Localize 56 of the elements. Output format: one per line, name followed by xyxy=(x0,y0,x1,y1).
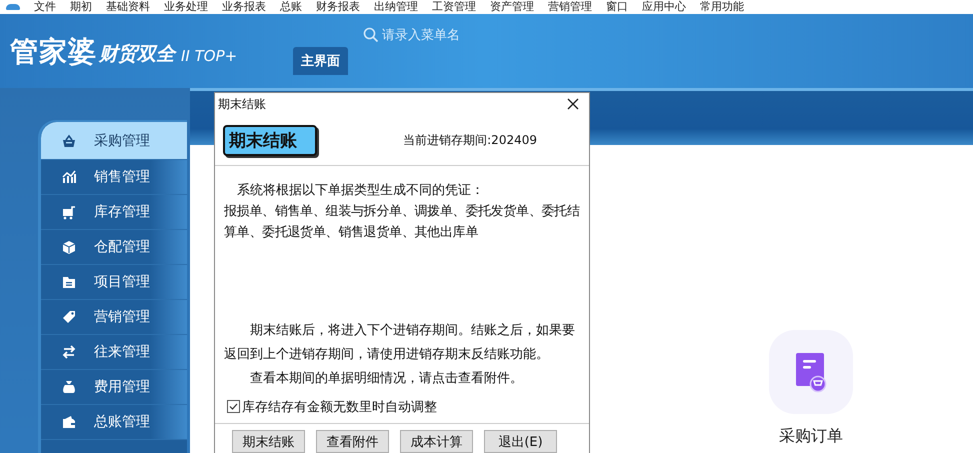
tile-label: 采购订单 xyxy=(779,426,843,447)
dialog-text: 期末结账后，将进入下个进销存期间。结账之后，如果要返回到上个进销存期间，请使用进销存期末反结账功能。 xyxy=(224,322,576,364)
sidebar-item[interactable]: 总账管理 xyxy=(41,405,187,440)
edition-label: II TOP+ xyxy=(181,46,238,67)
sidebar-item[interactable]: 采购管理 xyxy=(41,122,187,160)
product-name: 财贸双全 xyxy=(99,42,175,67)
menu-item[interactable]: 资产管理 xyxy=(490,0,534,14)
menu-item[interactable]: 出纳管理 xyxy=(374,0,418,14)
purchase-order-tile[interactable] xyxy=(769,330,853,414)
close-icon[interactable] xyxy=(567,98,579,110)
menu-item[interactable]: 营销管理 xyxy=(548,0,592,14)
main-tab[interactable]: 主界面 xyxy=(293,47,348,75)
box-icon xyxy=(61,239,77,255)
checkbox[interactable] xyxy=(227,400,240,413)
search-icon xyxy=(363,27,379,43)
dialog-title: 期末结账 xyxy=(218,96,266,112)
folder-icon xyxy=(61,274,77,290)
menu-item[interactable]: 常用功能 xyxy=(700,0,744,14)
menu-item[interactable]: 工资管理 xyxy=(432,0,476,14)
sidebar-item[interactable]: 往来管理 xyxy=(41,335,187,370)
menu-item[interactable]: 财务报表 xyxy=(316,0,360,14)
moneybag-icon xyxy=(61,379,77,395)
menu-item[interactable]: 业务报表 xyxy=(222,0,266,14)
sidebar-item[interactable]: 仓配管理 xyxy=(41,230,187,265)
dialog-button[interactable]: 期末结账 xyxy=(232,430,305,453)
dialog-button[interactable]: 退出(E) xyxy=(484,430,557,453)
checkbox-label: 库存结存有金额无数里时自动调整 xyxy=(242,398,437,416)
sidebar-item[interactable]: 营销管理 xyxy=(41,300,187,335)
sidebar-item[interactable]: 销售管理 xyxy=(41,160,187,195)
menu-item[interactable]: 窗口 xyxy=(606,0,628,14)
dialog-button[interactable]: 查看附件 xyxy=(316,430,389,453)
dialog-heading: 期末结账 xyxy=(223,124,317,156)
swap-icon xyxy=(61,344,77,360)
sidebar-item[interactable]: 库存管理 xyxy=(41,195,187,230)
dialog-text: 报损单、销售单、组装与拆分单、调拨单、委托发货单、委托结算单、委托退货单、销售退货单、其他出库单 xyxy=(224,203,581,242)
menu-item[interactable]: 总账 xyxy=(280,0,302,14)
period-label: 当前进销存期间:202409 xyxy=(403,132,537,148)
sidebar-item[interactable]: 费用管理 xyxy=(41,370,187,405)
tag-icon xyxy=(61,309,77,325)
app-icon xyxy=(6,4,20,10)
search-field[interactable]: 请录入菜单名 xyxy=(382,28,552,42)
menu-item[interactable]: 应用中心 xyxy=(642,0,686,14)
menu-item[interactable]: 期初 xyxy=(70,0,92,14)
menu-item[interactable]: 文件 xyxy=(34,0,56,14)
wallet-icon xyxy=(61,414,77,430)
sidebar-item[interactable]: 项目管理 xyxy=(41,265,187,300)
dialog-button[interactable]: 成本计算 xyxy=(400,430,473,453)
menu-item[interactable]: 基础资料 xyxy=(106,0,150,14)
dialog-text: 系统将根据以下单据类型生成不同的凭证： xyxy=(236,182,485,200)
order-cart-icon xyxy=(794,351,828,393)
chart-icon xyxy=(61,169,77,185)
logo-text: 管家婆 xyxy=(10,36,97,68)
dialog-text: 查看本期间的单据明细情况，请点击查看附件。 xyxy=(249,370,524,388)
cart-icon xyxy=(61,204,77,220)
menu-item[interactable]: 业务处理 xyxy=(164,0,208,14)
basket-icon xyxy=(61,132,77,148)
